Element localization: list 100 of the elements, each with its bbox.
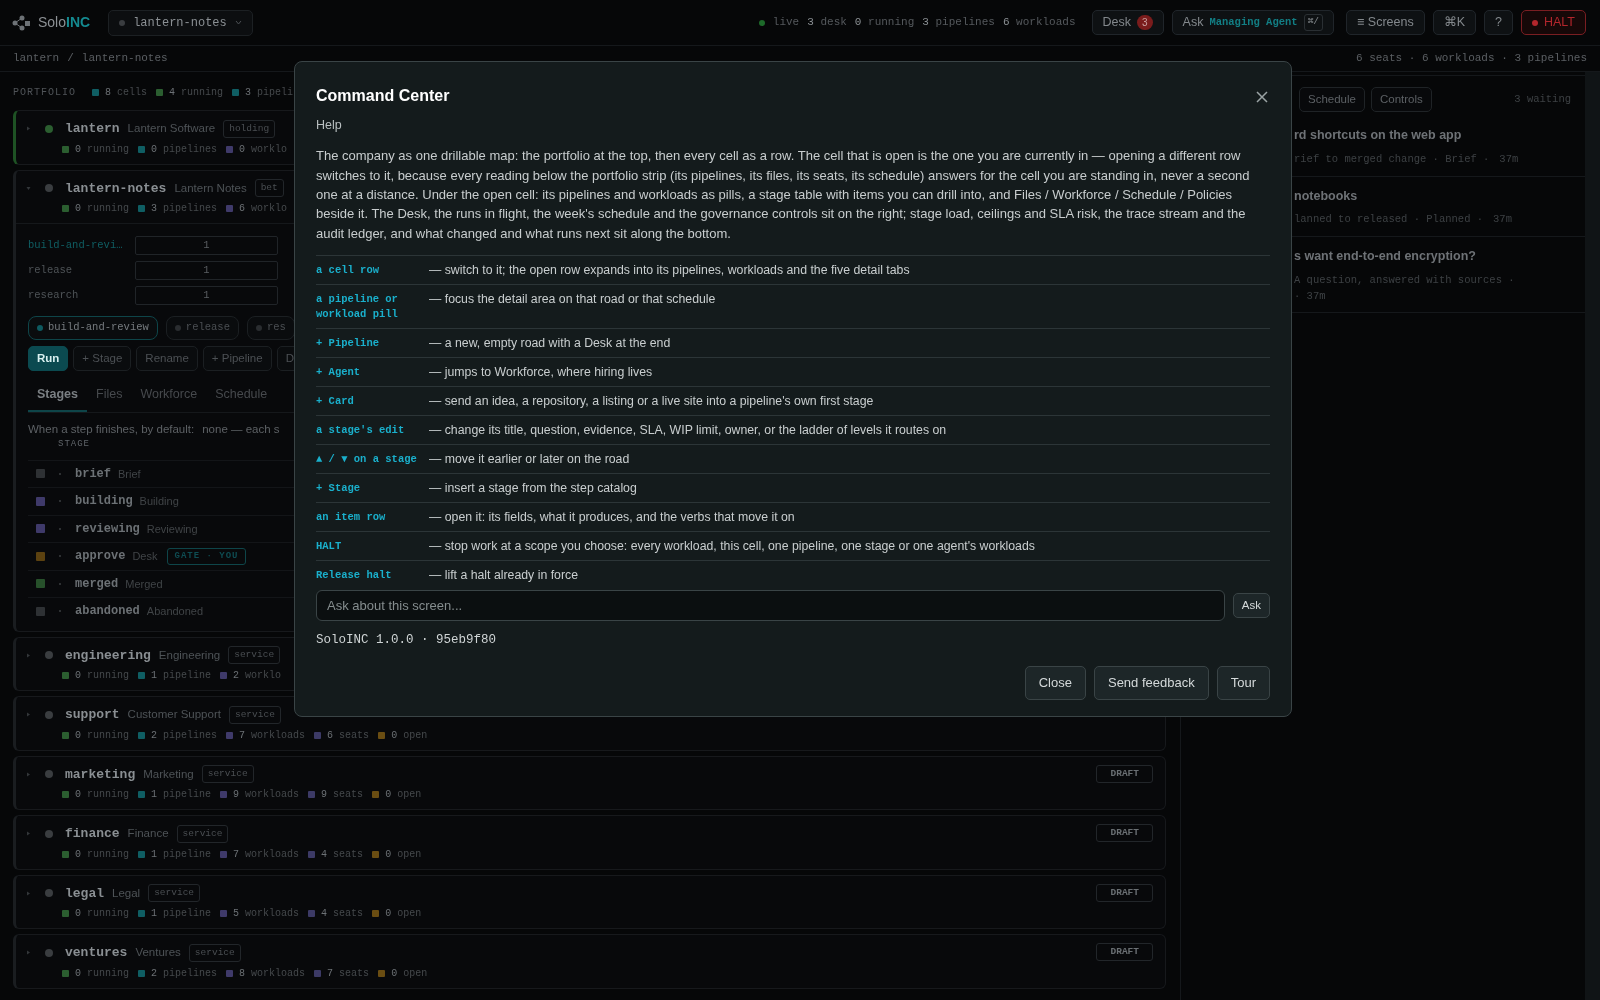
stat-text: 2 pipelines — [151, 966, 218, 981]
breadcrumb-separator: / — [67, 51, 74, 67]
help-button[interactable]: ? — [1484, 10, 1513, 35]
shortcut-key: Release halt — [316, 567, 429, 584]
stat-text: 6 seats — [327, 728, 370, 743]
stage-label: Abandoned — [146, 604, 204, 619]
cell-card[interactable]: legal Legal service DRAFT 0 running 1 pipeline 5 workloads 4 seats 0 open — [13, 874, 1166, 929]
panel-tab[interactable]: Controls — [1370, 86, 1432, 113]
cell-title: Lantern Notes — [174, 180, 247, 196]
item-title: rd shortcuts on the web app — [1294, 127, 1463, 144]
count-field: 1 — [135, 236, 278, 255]
shortcut-key: an item row — [316, 509, 429, 526]
breadcrumb-link[interactable]: lantern — [13, 50, 60, 67]
portfolio-label: PORTFOLIO — [13, 85, 76, 100]
stat-text: 6 worklo — [239, 202, 288, 216]
stat-text: 0 open — [385, 907, 422, 921]
cell-title: Engineering — [158, 647, 221, 663]
halt-button[interactable]: HALT — [1520, 10, 1586, 35]
stat-text: 7 seats — [327, 966, 370, 981]
stage-label: Desk — [132, 549, 158, 564]
stat-text: 0 pipelines — [151, 142, 218, 157]
command-palette-button[interactable]: ⌘K — [1432, 10, 1476, 35]
desk-button[interactable]: Desk 3 — [1091, 10, 1164, 35]
shortcut-description: — insert a stage from the step catalog — [429, 480, 637, 497]
breadcrumb-link[interactable]: lantern-notes — [81, 50, 168, 67]
cell-title: Ventures — [135, 945, 181, 961]
cell-name: ventures — [65, 944, 128, 962]
cell-card[interactable]: finance Finance service DRAFT 0 running 1 pipeline 7 workloads 4 seats 0 open — [13, 815, 1166, 870]
dialog-title: Command Center — [316, 86, 450, 106]
stat-text: 3 pipelines — [151, 202, 218, 216]
stat-text: 1 pipeline — [151, 907, 212, 921]
stage-name: building — [75, 493, 133, 511]
ask-field[interactable]: Ask about this screen... — [316, 590, 1225, 622]
stage-name: approve — [75, 548, 126, 566]
dialog-button[interactable]: Close — [1024, 666, 1086, 700]
ask-button[interactable]: Ask Managing Agent ⌘/ — [1171, 10, 1335, 35]
run-button[interactable]: Run — [28, 345, 69, 371]
brand-name: SoloINC — [38, 13, 91, 32]
cell-type-tag: service — [188, 943, 241, 962]
panel-tab[interactable]: Schedule — [1299, 86, 1365, 113]
shortcut-description: — open it: its fields, what it produces, and the verbs that move it on — [429, 509, 795, 526]
help-paragraph: The company as one drillable map: the portfolio at the top, then every cell as a row. The cell that is open is the one you are currently in — opening a different row switches to it, because every reading below the portfolio strip (its pipelines, its files, its seats, its schedule) answers for the cell you are standing in, never a second one at a distance. Under the open cell: its pipelines and workloads as pills, a stage table with items you can drill into, and Files / Workforce / Schedule / Policies beside it. The Desk, the runs in flight, the week's schedule and the governance controls sit on the right; stage load, ceilings and SLA risk, the trace stream and the audit ledger, and what changed and what runs next sit along the bottom. — [316, 147, 1251, 243]
item-title: notebooks — [1294, 187, 1359, 205]
draft-tag: DRAFT — [1096, 824, 1153, 843]
shortcut-key: a stage's edit — [316, 422, 429, 439]
status-count: 0 running — [854, 15, 915, 31]
stat-text: 7 workloads — [239, 728, 306, 743]
shortcut-description: — switch to it; the open row expands into its pipelines, workloads and the five detail tabs — [429, 262, 910, 279]
shortcut-description: — move it earlier or later on the road — [429, 451, 630, 468]
stat-text: 0 running — [75, 202, 130, 216]
cell-title: Marketing — [143, 766, 194, 782]
cell-type-tag: service — [228, 646, 281, 665]
cell-type-tag: service — [176, 824, 229, 843]
cell-card[interactable]: marketing Marketing service DRAFT 0 running 1 pipeline 9 workloads 9 seats 0 open — [13, 755, 1166, 810]
stat-text: 0 open — [391, 966, 428, 981]
shortcut-description: — send an idea, a repository, a listing or a live site into a pipeline's own first stage — [429, 393, 874, 410]
shortcut-description: — a new, empty road with a Desk at the end — [429, 335, 671, 352]
stat-text: 3 pipeli — [245, 85, 294, 100]
item-meta: lanned to released · Planned · — [1294, 212, 1484, 228]
cell-name: lantern-notes — [65, 179, 167, 198]
ask-button[interactable]: Ask — [1232, 593, 1270, 619]
stat-text: 0 running — [75, 788, 130, 802]
stage-name: reviewing — [75, 520, 140, 538]
dialog-button[interactable]: Tour — [1216, 666, 1270, 700]
item-time: · 37m — [1294, 288, 1326, 304]
cell-type-tag: service — [201, 765, 254, 784]
shortcut-key: + Agent — [316, 364, 429, 381]
stat-text: 0 running — [75, 669, 130, 683]
scope-summary: 6 seats · 6 workloads · 3 pipelines — [1355, 51, 1587, 67]
live-label: live — [772, 15, 800, 31]
dialog-button[interactable]: Send feedback — [1093, 666, 1209, 700]
screens-button[interactable]: ≡ Screens — [1346, 10, 1425, 35]
stage-name: abandoned — [75, 603, 140, 621]
cell-name: lantern — [65, 120, 120, 138]
live-dot-icon — [758, 19, 765, 26]
dot-icon — [119, 19, 126, 26]
cell-card[interactable]: ventures Ventures service DRAFT 0 running 2 pipelines 8 workloads 7 seats 0 open — [13, 934, 1166, 989]
pipeline-link[interactable]: release — [28, 262, 135, 279]
cell-title: Lantern Software — [127, 121, 216, 137]
pipeline-pill[interactable]: build-and-review — [28, 316, 158, 340]
item-title: s want end-to-end encryption? — [1294, 248, 1477, 265]
action-button[interactable]: + Pipeline — [202, 345, 272, 371]
action-button[interactable]: + Stage — [73, 345, 132, 371]
stat-text: 1 pipeline — [151, 788, 212, 802]
stat-text: 0 running — [75, 728, 130, 743]
stat-text: 0 open — [385, 847, 422, 862]
pipeline-link[interactable]: research — [28, 287, 135, 304]
stat-text: 1 pipeline — [151, 847, 212, 862]
stage-label: Merged — [125, 576, 163, 592]
shortcut-description: — focus the detail area on that road or that schedule — [429, 291, 716, 309]
detail-tab[interactable]: Stages — [28, 379, 87, 412]
count-badge: 3 — [1137, 15, 1153, 30]
action-button[interactable]: Rename — [136, 345, 198, 371]
cell-picker[interactable]: lantern-notes — [108, 9, 253, 36]
shortcut-description: — change its title, question, evidence, SLA, WIP limit, owner, or the ladder of levels it routes on — [429, 422, 947, 439]
status-count: 3 desk — [807, 15, 847, 31]
stat-text: 4 running — [169, 85, 224, 100]
pipeline-link[interactable]: build-and-revi… — [28, 237, 135, 254]
stat-text: 2 worklo — [233, 669, 282, 683]
shortcut-key: a pipeline or workload pill — [316, 291, 429, 323]
